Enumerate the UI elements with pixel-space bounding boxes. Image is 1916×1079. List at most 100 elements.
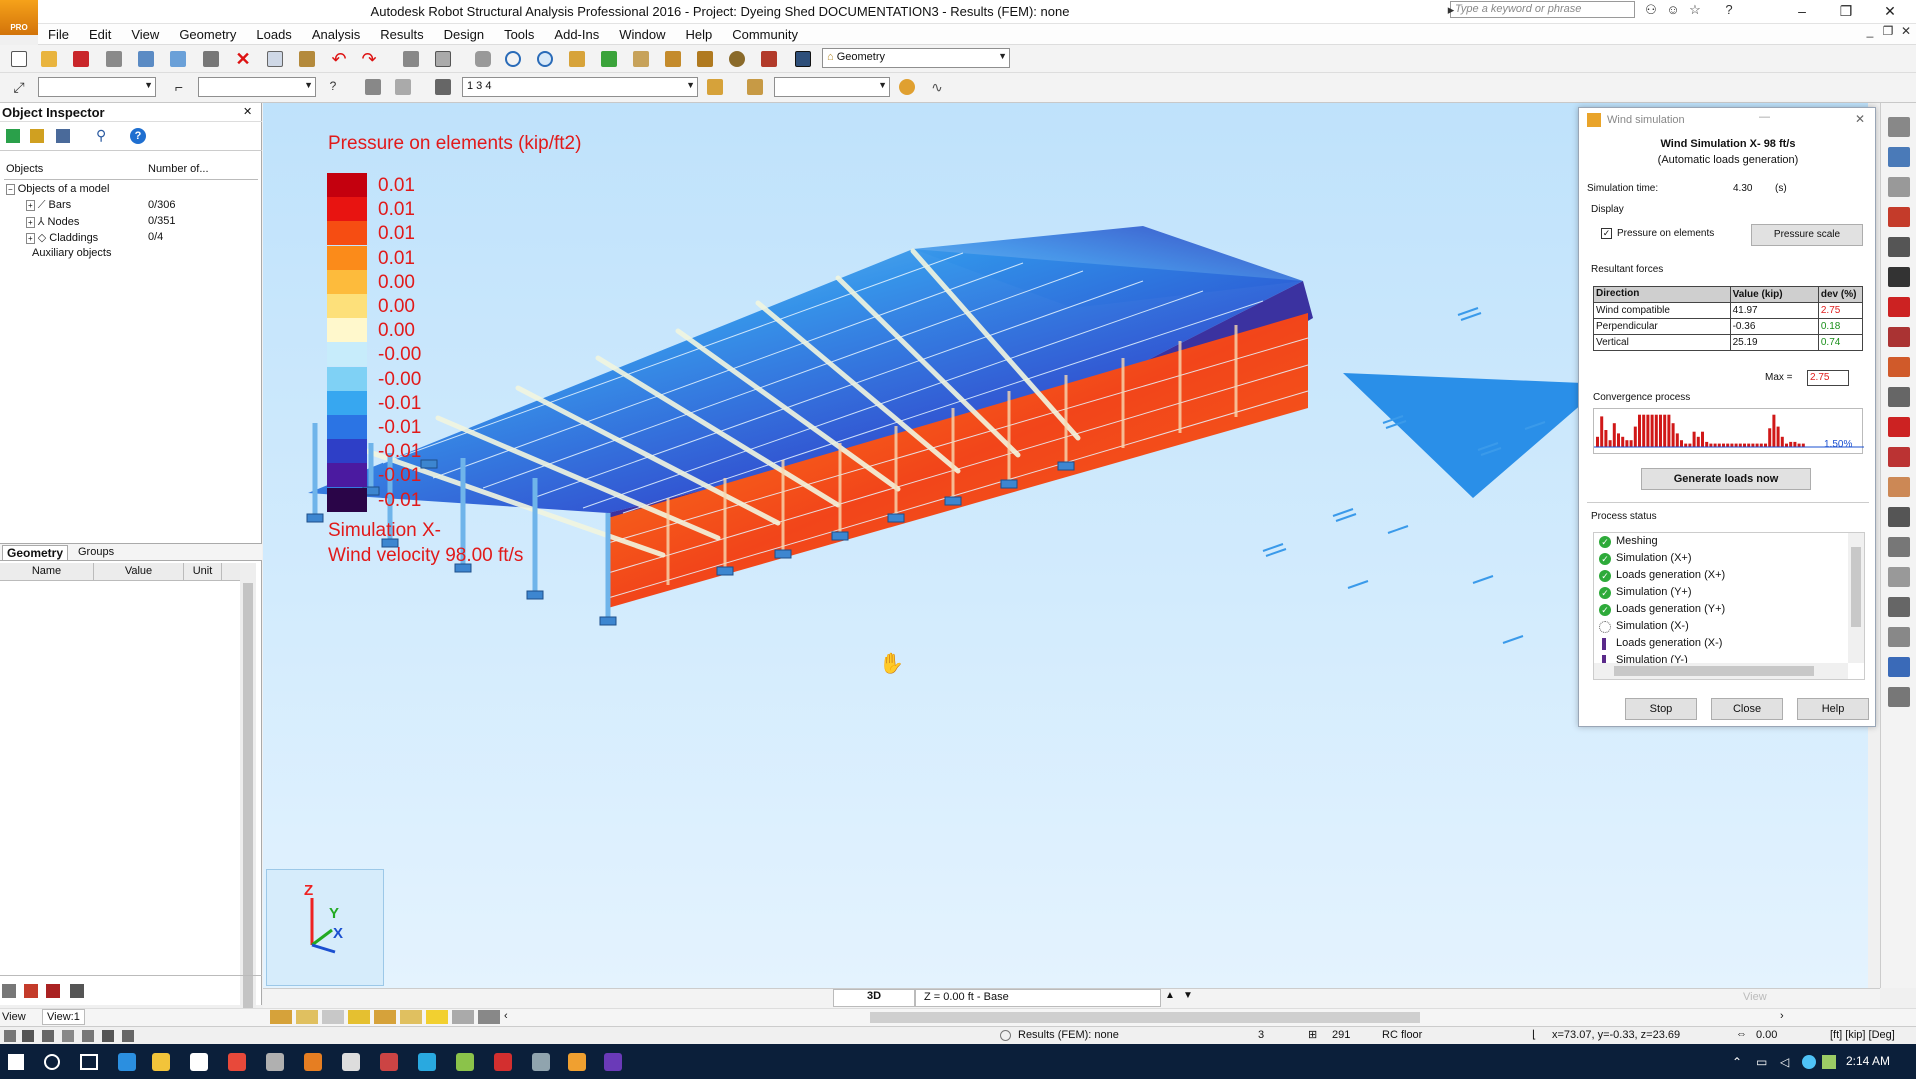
gear-icon[interactable] xyxy=(726,48,748,70)
maximize-button[interactable]: ❐ xyxy=(1824,0,1868,22)
level-down-icon[interactable]: ▼ xyxy=(1183,990,1193,1001)
select-help-icon[interactable]: ? xyxy=(322,76,344,98)
expand-icon[interactable]: + xyxy=(26,200,35,211)
app-tray-icon[interactable] xyxy=(1822,1055,1836,1069)
expand-arrow-icon[interactable]: ▸ xyxy=(1442,2,1460,18)
load-case-combo[interactable]: 1 3 4 ▼ xyxy=(462,77,698,97)
menu-edit[interactable]: Edit xyxy=(79,24,121,45)
loads-icon[interactable] xyxy=(694,48,716,70)
combination-combo[interactable]: ▼ xyxy=(774,77,890,97)
mdi-close-button[interactable]: ✕ xyxy=(1898,24,1914,42)
diagram-icon[interactable]: ∿ xyxy=(926,76,948,98)
edit-icon[interactable] xyxy=(24,984,38,998)
tray-chevron-icon[interactable]: ⌃ xyxy=(1732,1055,1742,1069)
app-logo[interactable]: PRO xyxy=(0,0,38,35)
tree-item-claddings[interactable]: + ◇ Claddings 0/4 xyxy=(26,231,256,247)
menu-add-ins[interactable]: Add-Ins xyxy=(544,24,609,45)
rc-icon[interactable] xyxy=(1888,477,1910,497)
combination-icon[interactable] xyxy=(744,76,766,98)
horizontal-scrollbar[interactable] xyxy=(870,1012,1420,1023)
new-file-icon[interactable] xyxy=(8,48,30,70)
view-icon[interactable] xyxy=(426,1010,448,1024)
zoom-icon[interactable] xyxy=(502,48,524,70)
panel-icon[interactable] xyxy=(1888,327,1910,347)
footing-icon[interactable] xyxy=(1888,507,1910,527)
help-search-input[interactable]: Type a keyword or phrase xyxy=(1450,1,1635,18)
case-select-icon[interactable] xyxy=(392,76,414,98)
save-icon[interactable] xyxy=(70,48,92,70)
bar-selection-combo[interactable]: ▼ xyxy=(198,77,316,97)
close-button[interactable]: Close xyxy=(1711,698,1783,720)
section-icon[interactable] xyxy=(1888,177,1910,197)
menu-community[interactable]: Community xyxy=(722,24,808,45)
open-folder-icon[interactable] xyxy=(38,48,60,70)
edge-icon[interactable] xyxy=(118,1053,136,1071)
app-icon[interactable] xyxy=(532,1053,550,1071)
view-icon[interactable] xyxy=(452,1010,474,1024)
delete-icon[interactable]: ✕ xyxy=(232,48,254,70)
menu-loads[interactable]: Loads xyxy=(246,24,301,45)
node-selection-combo[interactable]: ▼ xyxy=(38,77,156,97)
app-icon[interactable] xyxy=(380,1053,398,1071)
view-icon[interactable] xyxy=(374,1010,396,1024)
table-view-icon[interactable] xyxy=(1888,657,1910,677)
chrome-icon[interactable] xyxy=(228,1053,246,1071)
mdi-minimize-button[interactable]: _ xyxy=(1862,24,1878,42)
level-up-icon[interactable]: ▲ xyxy=(1165,990,1175,1001)
stop-button[interactable]: Stop xyxy=(1625,698,1697,720)
skype-icon[interactable] xyxy=(418,1053,436,1071)
dialog-minimize-button[interactable]: — xyxy=(1759,111,1770,123)
process-hscrollbar[interactable] xyxy=(1594,663,1848,679)
structure-icon[interactable] xyxy=(1888,627,1910,647)
sections-icon[interactable] xyxy=(662,48,684,70)
supports-icon[interactable] xyxy=(598,48,620,70)
menu-results[interactable]: Results xyxy=(370,24,433,45)
close-button[interactable]: ✕ xyxy=(1868,0,1912,22)
frame-icon[interactable] xyxy=(1888,597,1910,617)
network-icon[interactable]: ▭ xyxy=(1756,1055,1767,1069)
robot-icon[interactable] xyxy=(568,1053,586,1071)
tab-geometry[interactable]: Geometry xyxy=(2,545,69,560)
material-icon[interactable] xyxy=(1888,207,1910,227)
support-icon[interactable] xyxy=(1888,267,1910,287)
print-icon[interactable] xyxy=(103,48,125,70)
help-icon[interactable]: ? xyxy=(1720,2,1738,18)
node-select-icon[interactable]: ⤢ xyxy=(8,76,30,98)
clear-filter-icon[interactable] xyxy=(56,129,70,143)
layout-selector-icon[interactable] xyxy=(792,48,814,70)
tree-item-nodes[interactable]: + ⅄ Nodes 0/351 xyxy=(26,215,256,231)
structure-icon[interactable] xyxy=(566,48,588,70)
menu-tools[interactable]: Tools xyxy=(494,24,544,45)
bars-icon[interactable] xyxy=(630,48,652,70)
scroll-right-icon[interactable]: › xyxy=(1780,1010,1784,1022)
load-icon[interactable] xyxy=(1888,357,1910,377)
dialog-close-icon[interactable]: ✕ xyxy=(1855,112,1865,126)
expand-icon[interactable]: + xyxy=(26,217,35,228)
table-icon[interactable] xyxy=(1888,567,1910,587)
filter-icon[interactable] xyxy=(30,129,44,143)
view-icon[interactable] xyxy=(270,1010,292,1024)
process-scrollbar[interactable] xyxy=(1848,533,1864,663)
filter-bars-icon[interactable] xyxy=(6,129,20,143)
wrench-icon[interactable] xyxy=(758,48,780,70)
mdi-restore-button[interactable]: ❐ xyxy=(1880,24,1896,42)
bar-icon[interactable] xyxy=(1888,147,1910,167)
help-icon[interactable]: ? xyxy=(130,128,146,144)
generate-loads-button[interactable]: Generate loads now xyxy=(1641,468,1811,490)
results-icon[interactable] xyxy=(896,76,918,98)
scroll-thumb[interactable] xyxy=(1851,547,1861,627)
volume-icon[interactable]: ◁ xyxy=(1780,1055,1789,1069)
steel-icon[interactable] xyxy=(1888,417,1910,437)
menu-design[interactable]: Design xyxy=(434,24,494,45)
zoom-window-icon[interactable] xyxy=(534,48,556,70)
status-icon[interactable] xyxy=(22,1030,34,1042)
menu-file[interactable]: File xyxy=(38,24,79,45)
list-icon[interactable] xyxy=(2,984,16,998)
store-icon[interactable] xyxy=(190,1053,208,1071)
process-status-list[interactable]: ✓ Meshing ✓ Simulation (X+) ✓ Loads generatio… xyxy=(1593,532,1865,680)
search-icon[interactable]: ⚲ xyxy=(96,127,106,144)
menu-analysis[interactable]: Analysis xyxy=(302,24,370,45)
collapse-icon[interactable]: − xyxy=(6,184,15,195)
status-icon[interactable] xyxy=(4,1030,16,1042)
redo-icon[interactable]: ↷ xyxy=(358,48,380,70)
